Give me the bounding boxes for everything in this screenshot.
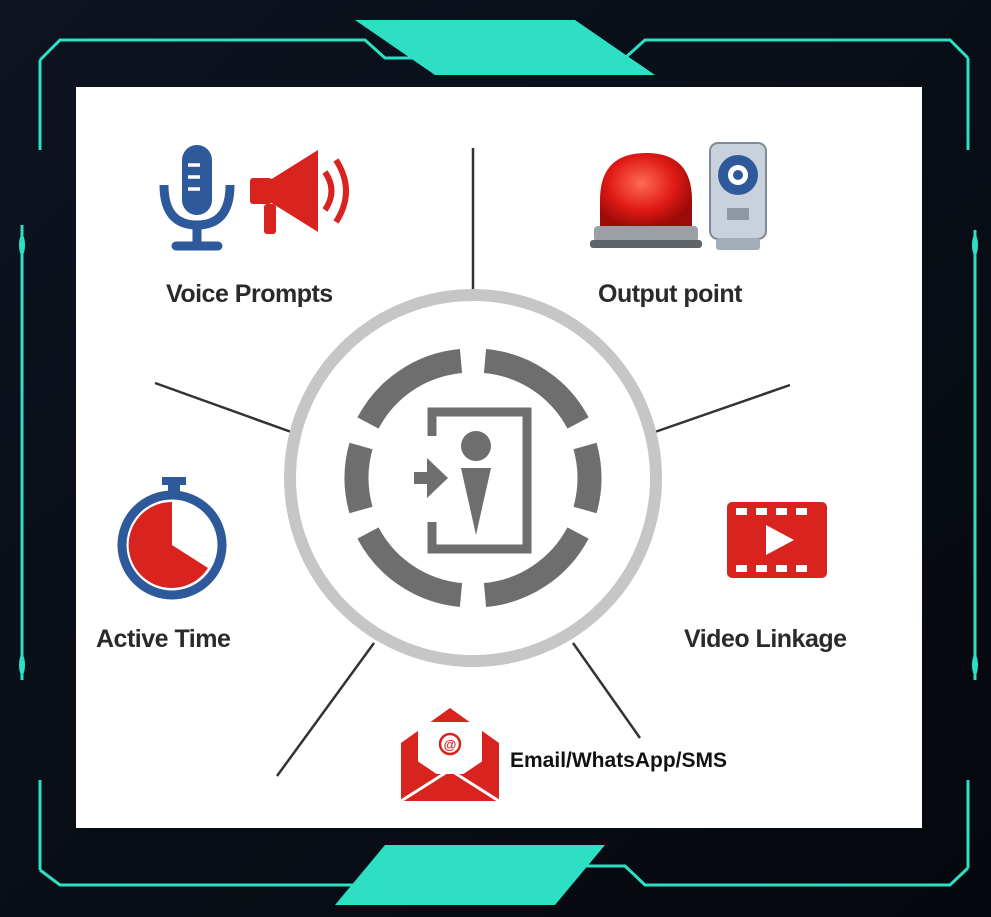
active-time-label: Active Time bbox=[96, 625, 231, 653]
output-point-label: Output point bbox=[598, 280, 742, 308]
tech-frame-background: @ bbox=[0, 0, 991, 917]
voice-prompts-label: Voice Prompts bbox=[166, 280, 333, 308]
video-play-icon bbox=[727, 502, 827, 578]
camera-icon bbox=[709, 142, 767, 250]
svg-text:@: @ bbox=[444, 737, 457, 752]
email-whatsapp-sms-label: Email/WhatsApp/SMS bbox=[510, 749, 728, 772]
video-linkage-label: Video Linkage bbox=[684, 625, 847, 653]
